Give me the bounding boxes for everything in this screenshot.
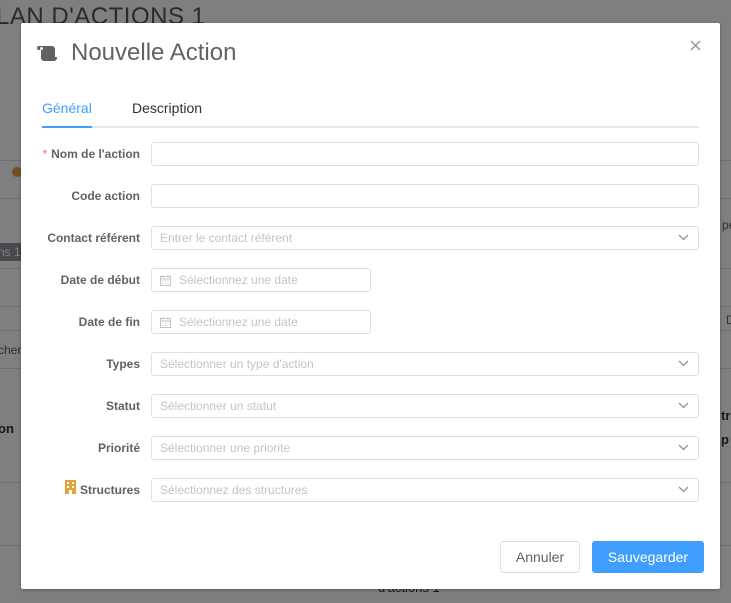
calendar-icon	[160, 275, 171, 286]
close-icon	[690, 40, 700, 50]
code-label: Code action	[71, 189, 140, 203]
form-row-structures: Structures Sélectionnez des structures	[21, 478, 720, 502]
date-debut-placeholder: Sélectionnez une date	[179, 273, 298, 287]
chevron-down-icon	[678, 486, 689, 493]
form-row-statut: Statut Sélectionner un statut	[21, 394, 720, 418]
date-fin-label: Date de fin	[78, 315, 140, 329]
form-row-nom: * Nom de l'action	[21, 142, 720, 166]
form-row-date-fin: Date de fin Sélectionnez une date	[21, 310, 720, 334]
chevron-down-icon	[678, 444, 689, 451]
form-row-contact: Contact référent Entrer le contact référ…	[21, 226, 720, 250]
date-fin-placeholder: Sélectionnez une date	[179, 315, 298, 329]
structures-label: Structures	[64, 478, 140, 502]
scroll-icon	[37, 44, 59, 62]
form-row-code: Code action	[21, 184, 720, 208]
priorite-select[interactable]: Sélectionner une priorite	[151, 436, 699, 460]
types-placeholder: Sélectionner un type d'action	[160, 357, 314, 371]
contact-select[interactable]: Entrer le contact référent	[151, 226, 699, 250]
new-action-dialog: Nouvelle Action Général Description * No…	[21, 23, 720, 589]
statut-select[interactable]: Sélectionner un statut	[151, 394, 699, 418]
types-label: Types	[106, 357, 140, 371]
structures-select[interactable]: Sélectionnez des structures	[151, 478, 699, 502]
dialog-title: Nouvelle Action	[71, 39, 237, 66]
priorite-label: Priorité	[97, 441, 140, 455]
active-tab-indicator	[42, 126, 92, 128]
date-debut-label: Date de début	[60, 273, 140, 287]
statut-placeholder: Sélectionner un statut	[160, 399, 277, 413]
chevron-down-icon	[678, 234, 689, 241]
contact-placeholder: Entrer le contact référent	[160, 231, 293, 245]
nom-label: * Nom de l'action	[42, 142, 140, 166]
chevron-down-icon	[678, 360, 689, 367]
tab-general[interactable]: Général	[42, 100, 92, 116]
date-fin-picker[interactable]: Sélectionnez une date	[151, 310, 371, 334]
contact-label: Contact référent	[47, 231, 140, 245]
statut-label: Statut	[106, 399, 140, 413]
save-button[interactable]: Sauvegarder	[592, 541, 704, 573]
structures-placeholder: Sélectionnez des structures	[160, 483, 308, 497]
types-select[interactable]: Sélectionner un type d'action	[151, 352, 699, 376]
required-marker: *	[42, 147, 48, 161]
close-button[interactable]	[688, 38, 702, 52]
chevron-down-icon	[678, 402, 689, 409]
priorite-placeholder: Sélectionner une priorite	[160, 441, 291, 455]
nom-input[interactable]	[151, 142, 699, 166]
calendar-icon	[160, 317, 171, 328]
dialog-tabs: Général Description	[42, 95, 699, 128]
form-row-date-debut: Date de début Sélectionnez une date	[21, 268, 720, 292]
form-row-priorite: Priorité Sélectionner une priorite	[21, 436, 720, 460]
dialog-header: Nouvelle Action	[37, 37, 236, 69]
date-debut-picker[interactable]: Sélectionnez une date	[151, 268, 371, 292]
cancel-button[interactable]: Annuler	[500, 541, 580, 573]
structures-label-text: Structures	[79, 483, 140, 497]
tab-description[interactable]: Description	[132, 100, 202, 116]
nom-label-text: Nom de l'action	[51, 147, 140, 161]
building-icon	[64, 480, 76, 494]
dialog-footer: Annuler Sauvegarder	[500, 541, 704, 573]
form-row-types: Types Sélectionner un type d'action	[21, 352, 720, 376]
code-input[interactable]	[151, 184, 699, 208]
